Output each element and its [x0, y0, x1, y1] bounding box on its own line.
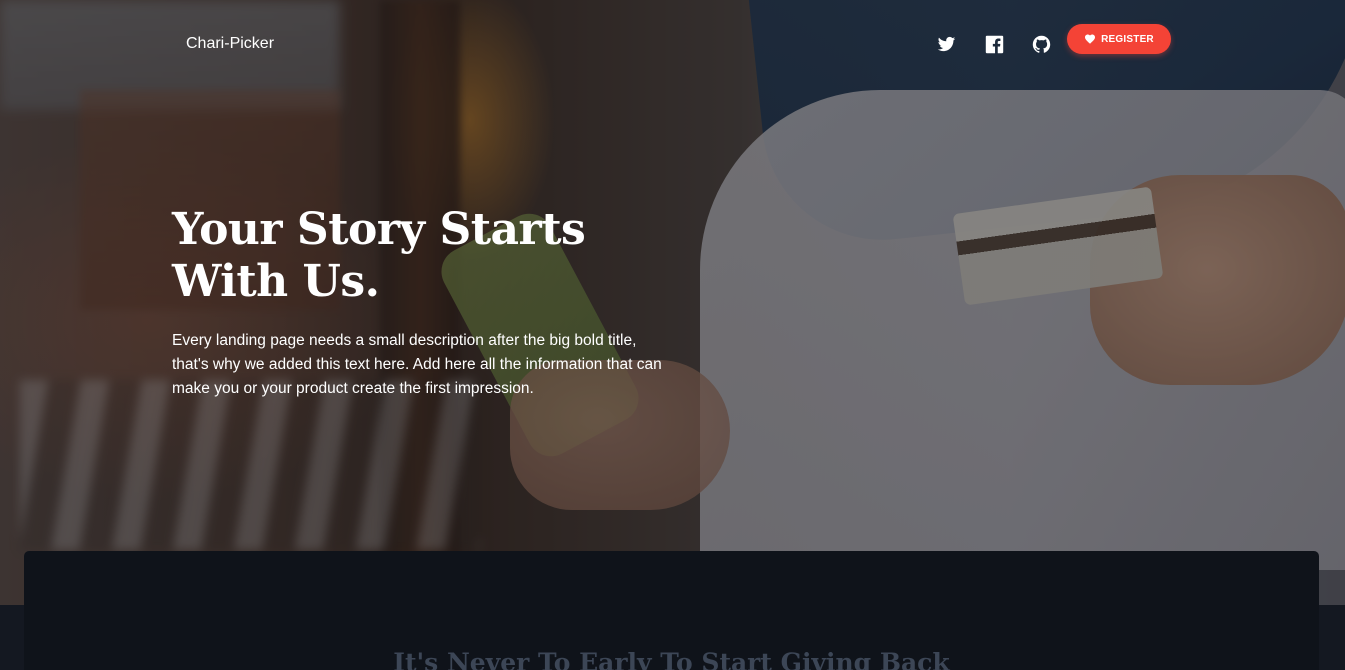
- register-button[interactable]: REGISTER: [1067, 24, 1171, 54]
- hero-description: Every landing page needs a small descrip…: [172, 332, 662, 397]
- heart-icon: [1085, 34, 1096, 44]
- twitter-link[interactable]: [933, 31, 959, 57]
- content-card: It's Never To Early To Start Giving Back: [24, 551, 1319, 670]
- github-link[interactable]: [1028, 31, 1054, 57]
- navbar: Chari-Picker REGISTER: [0, 0, 1345, 88]
- brand-link[interactable]: Chari-Picker: [186, 34, 274, 54]
- section-title: It's Never To Early To Start Giving Back: [393, 648, 950, 670]
- twitter-icon: [937, 36, 955, 51]
- facebook-icon: [985, 35, 1003, 53]
- facebook-link[interactable]: [981, 31, 1007, 57]
- hero-title: Your Story Starts With Us.: [172, 204, 586, 307]
- register-label: REGISTER: [1101, 33, 1154, 45]
- hero-section: Chari-Picker REGISTER Your Story Starts …: [0, 0, 1345, 605]
- github-icon: [1032, 35, 1050, 53]
